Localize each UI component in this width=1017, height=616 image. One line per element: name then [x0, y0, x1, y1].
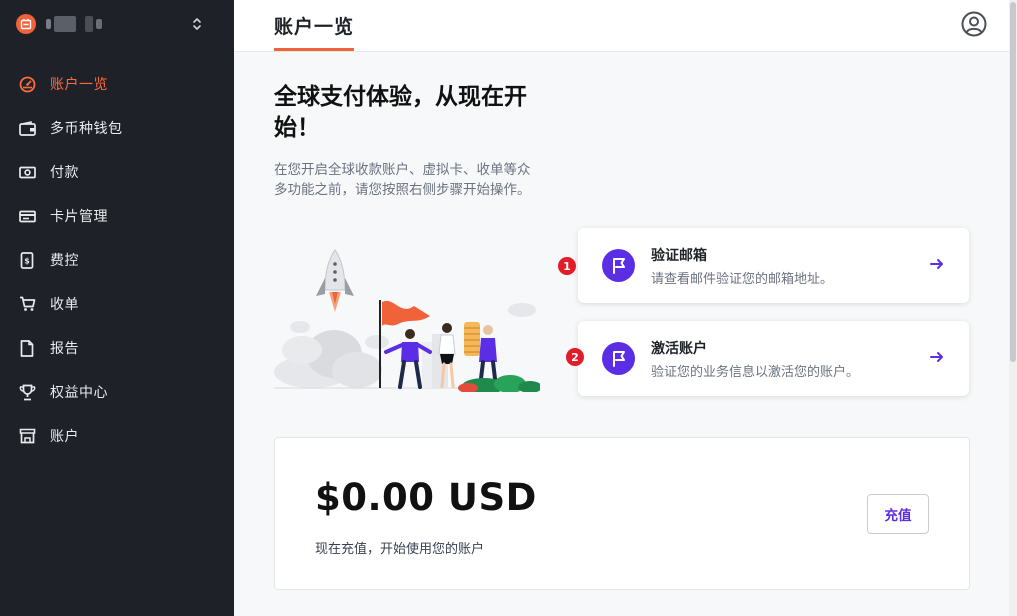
sidebar-item-label: 收单: [50, 297, 79, 313]
sidebar-item-label: 费控: [50, 253, 79, 269]
account-header[interactable]: [16, 12, 216, 36]
sidebar-item-label: 权益中心: [50, 385, 108, 401]
sidebar-item-account[interactable]: 账户: [0, 414, 234, 458]
flag-icon: [602, 342, 635, 375]
sidebar-item-label: 多币种钱包: [50, 121, 123, 137]
cart-icon: [18, 295, 36, 313]
sidebar-item-label: 账户: [50, 429, 79, 445]
sidebar-item-payments[interactable]: 付款: [0, 150, 234, 194]
sidebar-item-expense[interactable]: $ 费控: [0, 238, 234, 282]
sidebar: 账户一览 多币种钱包 付款 卡片管理 $ 费控 收单 报告 权益中心 账户: [0, 0, 234, 616]
hero-title: 全球支付体验，从现在开始！: [274, 84, 527, 141]
rocket-launch-illustration: [272, 242, 542, 394]
sidebar-item-label: 账户一览: [50, 77, 108, 93]
arrow-right-icon[interactable]: [929, 256, 945, 272]
active-tab-underline: [274, 48, 354, 51]
sidebar-item-overview[interactable]: 账户一览: [0, 62, 234, 106]
wallet-icon: [18, 119, 36, 137]
scrollbar-thumb[interactable]: [1010, 2, 1016, 362]
balance-card: $0.00 USD 现在充值，开始使用您的账户 充值: [274, 437, 970, 590]
account-name-redacted: [46, 16, 102, 32]
cash-icon: [18, 163, 36, 181]
user-circle-icon[interactable]: [961, 11, 987, 37]
card-icon: [18, 207, 36, 225]
sidebar-item-benefits[interactable]: 权益中心: [0, 370, 234, 414]
balance-description: 现在充值，开始使用您的账户: [315, 542, 485, 557]
page-title: 账户一览: [274, 16, 355, 38]
sidebar-nav: 账户一览 多币种钱包 付款 卡片管理 $ 费控 收单 报告 权益中心 账户: [0, 62, 234, 458]
arrow-right-icon[interactable]: [929, 349, 945, 365]
topup-button[interactable]: 充值: [867, 494, 929, 534]
step-card-verify-email[interactable]: 1 验证邮箱 请查看邮件验证您的邮箱地址。: [558, 228, 969, 303]
trophy-icon: [18, 383, 36, 401]
top-bar: 账户一览: [234, 0, 1009, 52]
sidebar-item-reports[interactable]: 报告: [0, 326, 234, 370]
document-icon: [18, 339, 36, 357]
step-number-badge: 1: [558, 257, 576, 275]
store-icon: [18, 427, 36, 445]
step-description: 请查看邮件验证您的邮箱地址。: [651, 272, 834, 287]
hero-description: 在您开启全球收款账户、虚拟卡、收单等众多功能之前，请您按照右侧步骤开始操作。: [274, 162, 531, 198]
step-title: 激活账户: [651, 341, 707, 357]
sidebar-item-label: 付款: [50, 165, 79, 181]
scrollbar[interactable]: [1009, 0, 1017, 616]
sidebar-item-acquiring[interactable]: 收单: [0, 282, 234, 326]
sidebar-item-wallet[interactable]: 多币种钱包: [0, 106, 234, 150]
step-number-badge: 2: [566, 348, 584, 366]
step-card-activate-account[interactable]: 2 激活账户 验证您的业务信息以激活您的账户。: [566, 321, 969, 396]
sidebar-item-label: 报告: [50, 341, 79, 357]
sidebar-item-label: 卡片管理: [50, 209, 108, 225]
dashboard-gauge-icon: [18, 75, 36, 93]
step-description: 验证您的业务信息以激活您的账户。: [651, 365, 860, 380]
account-logo-icon: [16, 14, 36, 34]
main-content: 全球支付体验，从现在开始！ 在您开启全球收款账户、虚拟卡、收单等众多功能之前，请…: [234, 52, 1009, 616]
receipt-icon: $: [18, 251, 36, 269]
step-title: 验证邮箱: [651, 248, 707, 264]
balance-amount: $0.00 USD: [315, 476, 537, 519]
flag-icon: [602, 249, 635, 282]
svg-text:$: $: [24, 256, 30, 265]
chevron-up-down-icon[interactable]: [188, 15, 206, 33]
sidebar-item-cards[interactable]: 卡片管理: [0, 194, 234, 238]
